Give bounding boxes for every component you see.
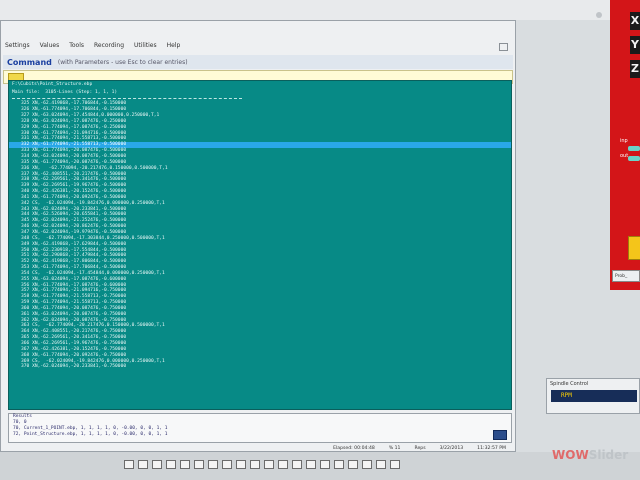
toolbar-icon[interactable] [264, 459, 274, 469]
watermark-part1: WOW [552, 448, 589, 462]
console-line[interactable]: 370 XN,-62.024094,-20.233841,-0.750000 [9, 364, 511, 370]
toolbar-strip [124, 459, 434, 469]
command-hint: (with Parameters - use Esc to clear entr… [57, 58, 188, 66]
toolbar-icon[interactable] [278, 459, 288, 469]
console-lines: 325 XN,-62.419868,-17.706844,-0.150000 32… [9, 101, 511, 370]
watermark: WOWSlider [552, 448, 628, 462]
toolbar-icon[interactable] [208, 459, 218, 469]
menu-utilities[interactable]: Utilities [134, 42, 157, 49]
app-icon [596, 12, 602, 18]
toolbar-icon[interactable] [236, 459, 246, 469]
toolbar-icon[interactable] [390, 459, 400, 469]
inp-indicator [628, 146, 640, 151]
command-header: Command (with Parameters - use Esc to cl… [3, 55, 513, 69]
inp-label: inp [620, 138, 628, 144]
status-reps: Reps [414, 445, 426, 451]
toolbar-icon[interactable] [320, 459, 330, 469]
toolbar-icon[interactable] [166, 459, 176, 469]
menu-recording[interactable]: Recording [94, 42, 124, 49]
toolbar-icon[interactable] [138, 459, 148, 469]
console-main-file: Main file: 3105-Lines (Step: 1, 1, 1) [12, 90, 118, 96]
axis-z-label: Z [630, 60, 640, 78]
toolbar-icon[interactable] [250, 459, 260, 469]
menu-settings[interactable]: Settings [5, 42, 30, 49]
toolbar-icon[interactable] [152, 459, 162, 469]
console-separator [12, 98, 242, 100]
watermark-part2: Slider [588, 448, 629, 462]
cycle-button[interactable] [628, 236, 640, 260]
desktop-top [0, 0, 640, 20]
toolbar-icon[interactable] [194, 459, 204, 469]
output-line: 72, Point_Structure.ebp, 1, 1, 1, 1, 0, … [13, 432, 168, 437]
output-pane[interactable]: Results 70, 0 70, Current_1_POINT.ebp, 1… [8, 413, 512, 443]
out-indicator [628, 156, 640, 161]
menubar: Settings Values Tools Recording Utilitie… [1, 39, 515, 51]
spindle-rpm-field[interactable]: RPM [551, 390, 637, 402]
menu-tools[interactable]: Tools [69, 42, 84, 49]
axis-x-label: X [630, 12, 640, 30]
axis-y-label: Y [630, 36, 640, 54]
out-label: out [620, 153, 629, 159]
toolbar-icon[interactable] [180, 459, 190, 469]
status-time: 11:32:57 PM [477, 445, 506, 451]
toolbar-icon[interactable] [376, 459, 386, 469]
save-icon[interactable] [493, 430, 507, 440]
spindle-title: Spindle Control [550, 381, 589, 387]
menu-values[interactable]: Values [40, 42, 60, 49]
console-path: F:\Cubits\Point_Structure.ebp [12, 82, 93, 87]
command-title: Command [7, 57, 52, 67]
toolbar-icon[interactable] [124, 459, 134, 469]
toolbar-icon[interactable] [222, 459, 232, 469]
status-pct: % 11 [388, 445, 401, 451]
status-elapsed: Elapsed: 00:04:48 [333, 445, 375, 451]
probe-strip: Prob_ [612, 270, 640, 282]
console[interactable]: F:\Cubits\Point_Structure.ebp Main file:… [8, 80, 512, 410]
toolbar-icon[interactable] [348, 459, 358, 469]
toolbar-icon[interactable] [362, 459, 372, 469]
toolbar-icon[interactable] [292, 459, 302, 469]
menu-help[interactable]: Help [167, 42, 181, 49]
status-date: 3/22/2013 [439, 445, 464, 451]
toolbar-icon[interactable] [334, 459, 344, 469]
spindle-panel: Spindle Control RPM [546, 378, 640, 414]
toolbar-icon[interactable] [306, 459, 316, 469]
statusbar: Elapsed: 00:04:48 % 11 Reps 3/22/2013 11… [8, 444, 512, 452]
control-panel: X Y Z inp out [610, 0, 640, 290]
